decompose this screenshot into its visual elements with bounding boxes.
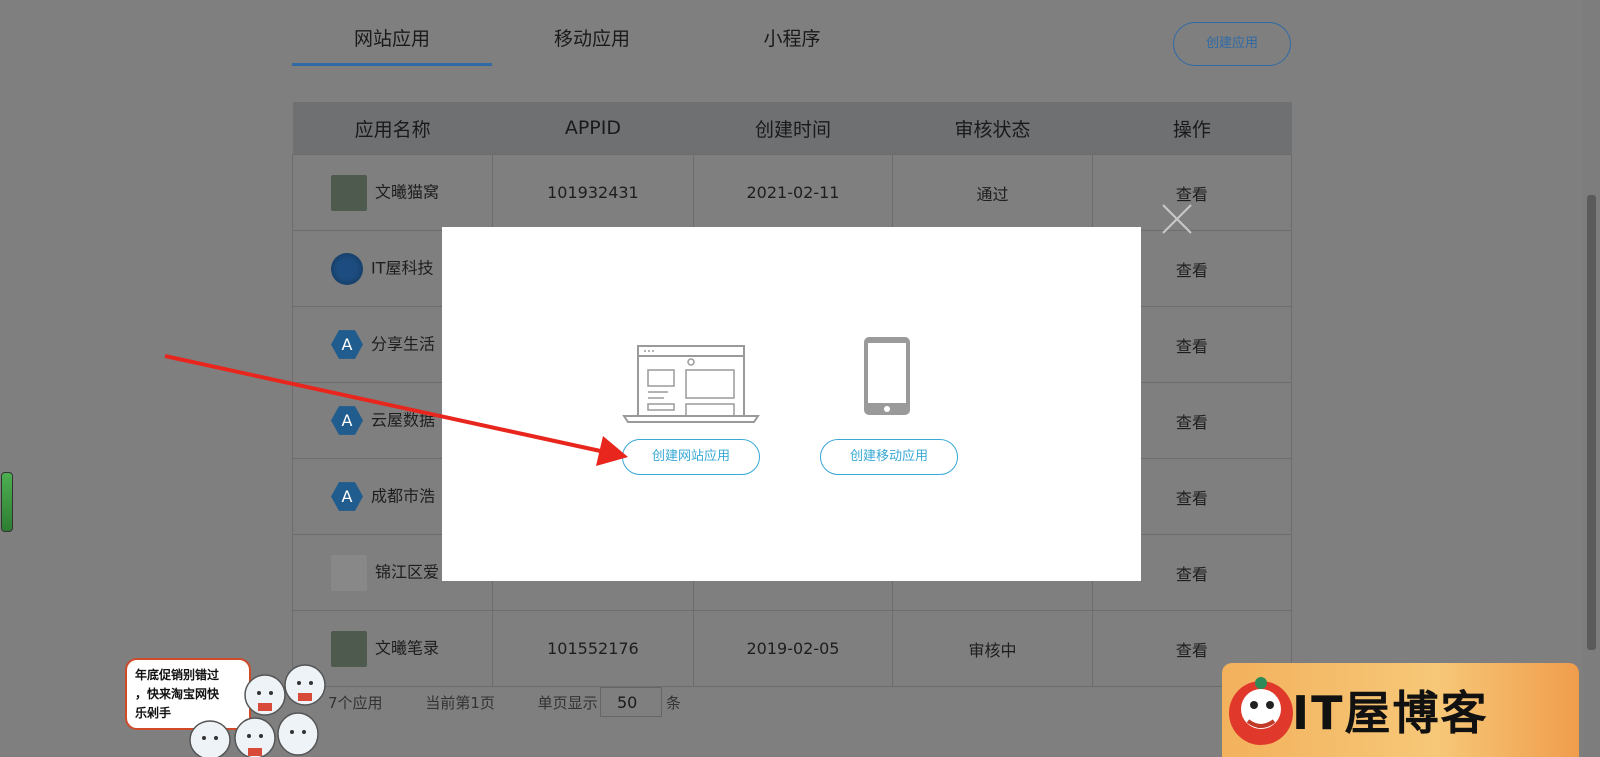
tab-web-apps[interactable]: 网站应用 xyxy=(292,20,492,66)
app-created-date: 2019-02-05 xyxy=(692,610,894,687)
app-name: 成都市浩 xyxy=(371,486,436,505)
hexagon-logo-icon: A xyxy=(331,406,363,435)
app-name: 云屋数据 xyxy=(371,410,436,429)
table-row: 文曦猫窝 101932431 2021-02-11 通过 查看 xyxy=(291,154,1293,231)
side-widget-handle[interactable] xyxy=(1,472,13,532)
laptop-icon xyxy=(622,345,760,423)
col-header-appid: APPID xyxy=(492,102,694,155)
app-name: IT屋科技 xyxy=(371,258,434,277)
create-app-dialog: 创建网站应用 创建移动应用 xyxy=(442,227,1141,581)
blog-banner[interactable]: IT屋博客 xyxy=(1222,663,1579,757)
app-avatar-icon xyxy=(331,630,367,667)
app-name: 文曦笔录 xyxy=(375,638,440,657)
page-size-unit: 条 xyxy=(666,694,682,712)
scroll-thumb[interactable] xyxy=(1587,195,1596,650)
app-avatar-icon xyxy=(331,174,367,211)
page-size-input[interactable] xyxy=(600,687,662,717)
page-size-label: 单页显示 xyxy=(537,694,598,712)
col-header-created: 创建时间 xyxy=(693,102,893,155)
col-header-name: 应用名称 xyxy=(292,102,493,155)
status-badge: 审核中 xyxy=(892,610,1093,687)
pagination: 7个应用 当前第1页 单页显示 xyxy=(328,692,636,713)
app-created-date: 2021-02-11 xyxy=(692,154,894,231)
create-web-app-button[interactable]: 创建网站应用 xyxy=(622,439,760,475)
app-name: 文曦猫窝 xyxy=(375,182,440,201)
globe-logo-icon xyxy=(331,252,363,285)
app-name: 锦江区爱 xyxy=(375,562,440,581)
scrollbar[interactable] xyxy=(1583,0,1600,757)
text-logo-icon xyxy=(331,554,367,591)
current-page: 当前第1页 xyxy=(425,694,495,712)
hexagon-logo-icon: A xyxy=(331,330,363,359)
status-badge: 通过 xyxy=(892,154,1093,231)
app-type-tabs: 网站应用 移动应用 小程序 xyxy=(292,0,1292,66)
app-name: 分享生活 xyxy=(371,334,436,353)
table-row: 文曦笔录 101552176 2019-02-05 审核中 查看 xyxy=(291,610,1293,687)
app-id: 101552176 xyxy=(492,610,694,687)
blog-banner-title: IT屋博客 xyxy=(1292,686,1489,740)
app-id: 101932431 xyxy=(492,154,694,231)
cat-mascot-icon xyxy=(189,664,326,757)
total-count: 7个应用 xyxy=(328,694,383,712)
col-header-action: 操作 xyxy=(1092,102,1292,155)
lion-dance-icon xyxy=(1229,677,1293,745)
create-mobile-app-button[interactable]: 创建移动应用 xyxy=(820,439,958,475)
tab-mini-programs[interactable]: 小程序 xyxy=(692,20,892,66)
col-header-status: 审核状态 xyxy=(892,102,1093,155)
create-app-button[interactable]: 创建应用 xyxy=(1173,22,1291,66)
mobile-phone-icon xyxy=(864,337,910,415)
close-icon[interactable] xyxy=(1160,202,1194,236)
hexagon-logo-icon: A xyxy=(331,482,363,511)
tab-mobile-apps[interactable]: 移动应用 xyxy=(492,20,692,66)
